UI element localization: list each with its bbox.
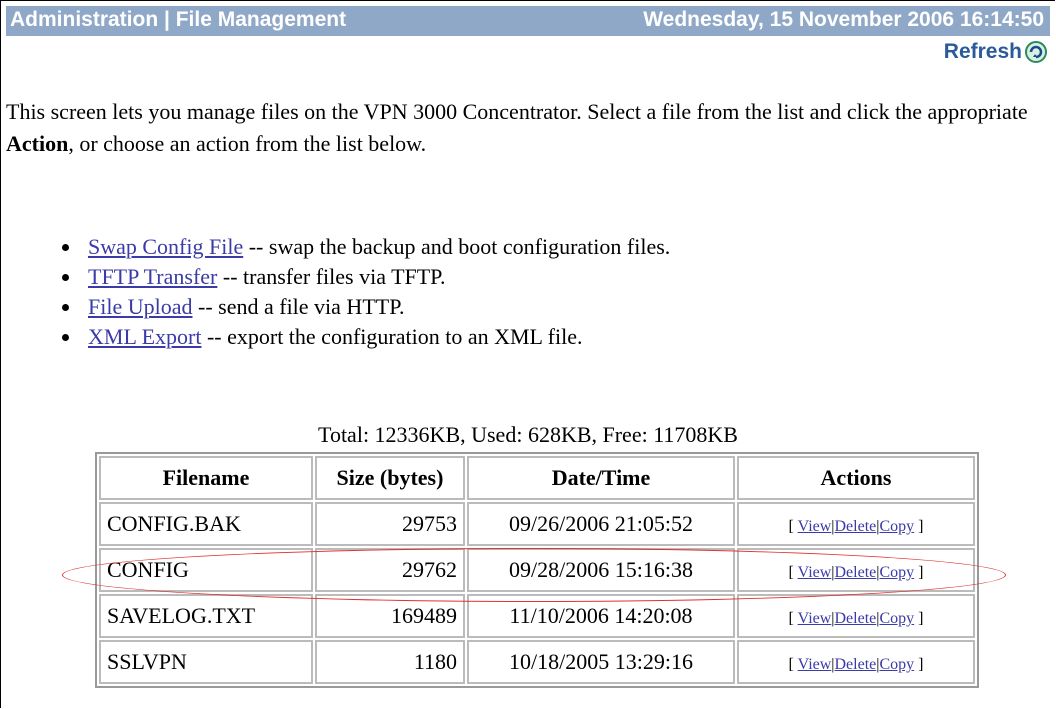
refresh-label: Refresh: [943, 40, 1022, 63]
storage-totals: Total: 12336KB, Used: 628KB, Free: 11708…: [318, 422, 738, 447]
view-link[interactable]: View: [798, 656, 832, 673]
refresh-button[interactable]: Refresh: [944, 40, 1048, 64]
intro-action-bold: Action: [6, 131, 69, 156]
delete-link[interactable]: Delete: [835, 610, 877, 627]
cell-size: 169489: [315, 594, 465, 638]
copy-link[interactable]: Copy: [879, 656, 914, 673]
cell-filename: SSLVPN: [99, 640, 313, 684]
link-description: -- send a file via HTTP.: [192, 294, 405, 319]
intro-text: This screen lets you manage files on the…: [6, 96, 1052, 160]
header-bar: Administration | File Management Wednesd…: [6, 6, 1050, 36]
view-link[interactable]: View: [798, 518, 832, 535]
cell-datetime: 09/28/2006 15:16:38: [467, 548, 735, 592]
table-row: CONFIG 29762 09/28/2006 15:16:38 [ View|…: [99, 548, 975, 592]
list-item: TFTP Transfer -- transfer files via TFTP…: [60, 262, 670, 292]
tftp-transfer-link[interactable]: TFTP Transfer: [88, 264, 217, 289]
refresh-icon: [1025, 41, 1047, 63]
bracket-close: ]: [918, 518, 924, 535]
copy-link[interactable]: Copy: [879, 610, 914, 627]
cell-datetime: 11/10/2006 14:20:08: [467, 594, 735, 638]
cell-size: 1180: [315, 640, 465, 684]
file-upload-link[interactable]: File Upload: [88, 294, 193, 319]
bracket-close: ]: [918, 656, 924, 673]
column-header-actions: Actions: [737, 456, 975, 500]
intro-part2: , or choose an action from the list belo…: [68, 131, 427, 156]
delete-link[interactable]: Delete: [835, 656, 877, 673]
column-header-datetime: Date/Time: [467, 456, 735, 500]
xml-export-link[interactable]: XML Export: [88, 324, 201, 349]
list-item: Swap Config File -- swap the backup and …: [60, 232, 670, 262]
list-item: File Upload -- send a file via HTTP.: [60, 292, 670, 322]
bracket-open: [: [788, 656, 794, 673]
cell-actions: [ View|Delete|Copy ]: [737, 594, 975, 638]
copy-link[interactable]: Copy: [879, 564, 914, 581]
table-row: SAVELOG.TXT 169489 11/10/2006 14:20:08 […: [99, 594, 975, 638]
copy-link[interactable]: Copy: [879, 518, 914, 535]
table-row: SSLVPN 1180 10/18/2005 13:29:16 [ View|D…: [99, 640, 975, 684]
action-links-list: Swap Config File -- swap the backup and …: [60, 232, 670, 352]
view-link[interactable]: View: [798, 564, 832, 581]
header-datetime: Wednesday, 15 November 2006 16:14:50: [643, 8, 1044, 31]
bullet-icon: [62, 304, 69, 311]
table-row: CONFIG.BAK 29753 09/26/2006 21:05:52 [ V…: [99, 502, 975, 546]
cell-actions: [ View|Delete|Copy ]: [737, 548, 975, 592]
column-header-size: Size (bytes): [315, 456, 465, 500]
cell-filename: SAVELOG.TXT: [99, 594, 313, 638]
view-link[interactable]: View: [798, 610, 832, 627]
list-item: XML Export -- export the configuration t…: [60, 322, 670, 352]
intro-part1: This screen lets you manage files on the…: [6, 99, 1028, 124]
link-description: -- transfer files via TFTP.: [217, 264, 446, 289]
bullet-icon: [62, 334, 69, 341]
file-table: Filename Size (bytes) Date/Time Actions …: [95, 452, 979, 688]
delete-link[interactable]: Delete: [835, 518, 877, 535]
table-header-row: Filename Size (bytes) Date/Time Actions: [99, 456, 975, 500]
bracket-open: [: [788, 610, 794, 627]
cell-actions: [ View|Delete|Copy ]: [737, 502, 975, 546]
cell-datetime: 09/26/2006 21:05:52: [467, 502, 735, 546]
cell-filename: CONFIG: [99, 548, 313, 592]
link-description: -- export the configuration to an XML fi…: [201, 324, 583, 349]
delete-link[interactable]: Delete: [835, 564, 877, 581]
swap-config-file-link[interactable]: Swap Config File: [88, 234, 243, 259]
bracket-close: ]: [918, 564, 924, 581]
cell-size: 29762: [315, 548, 465, 592]
bracket-open: [: [788, 518, 794, 535]
cell-size: 29753: [315, 502, 465, 546]
page-title: Administration | File Management: [10, 8, 347, 31]
bullet-icon: [62, 274, 69, 281]
column-header-filename: Filename: [99, 456, 313, 500]
cell-actions: [ View|Delete|Copy ]: [737, 640, 975, 684]
cell-datetime: 10/18/2005 13:29:16: [467, 640, 735, 684]
link-description: -- swap the backup and boot configuratio…: [243, 234, 671, 259]
bullet-icon: [62, 244, 69, 251]
bracket-open: [: [788, 564, 794, 581]
bracket-close: ]: [918, 610, 924, 627]
cell-filename: CONFIG.BAK: [99, 502, 313, 546]
